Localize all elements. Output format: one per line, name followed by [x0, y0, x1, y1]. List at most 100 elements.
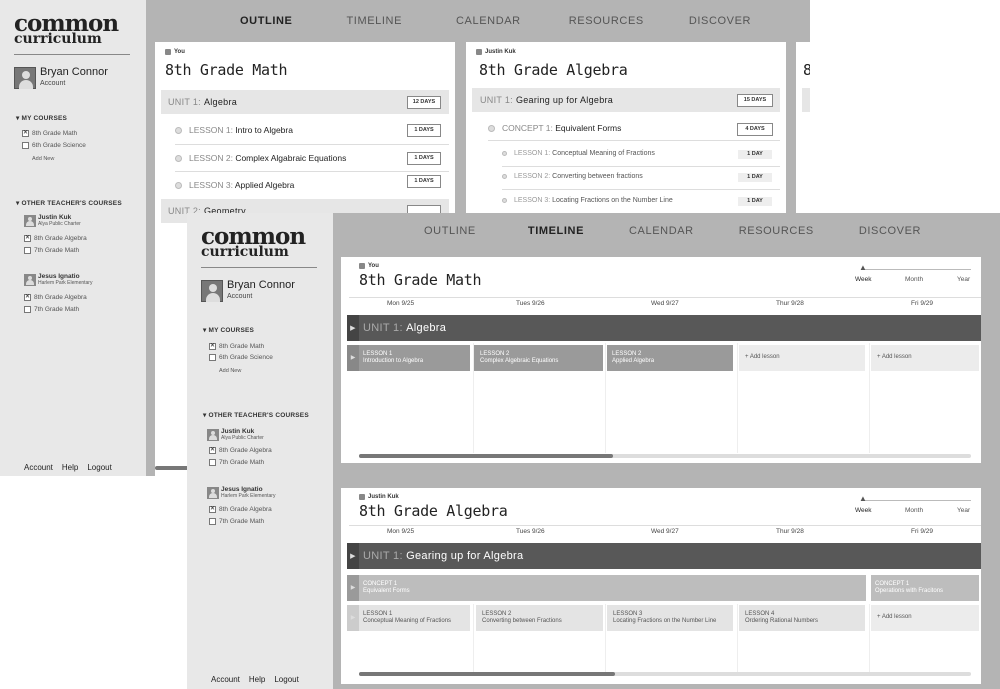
- tab-outline[interactable]: OUTLINE: [240, 15, 292, 27]
- concept-bullet-icon: [488, 124, 495, 132]
- course-item[interactable]: ✕ 8th Grade Math: [209, 343, 264, 350]
- tab-discover[interactable]: DISCOVER: [859, 225, 921, 237]
- unit-row[interactable]: [802, 88, 810, 112]
- expand-arrow-icon[interactable]: ▶: [347, 315, 359, 341]
- account-link[interactable]: Account: [227, 291, 295, 302]
- account-link[interactable]: Account: [40, 78, 108, 89]
- checkbox-checked[interactable]: ✕: [24, 294, 31, 301]
- teacher-entry[interactable]: Jesus Ignatio Harlem Park Elementary: [24, 273, 92, 287]
- tab-calendar[interactable]: CALENDAR: [456, 15, 521, 27]
- scale-year[interactable]: Year: [957, 507, 970, 514]
- my-courses-heading[interactable]: MY COURSES: [16, 114, 67, 122]
- tab-timeline[interactable]: TIMELINE: [528, 225, 584, 237]
- tab-resources[interactable]: RESOURCES: [739, 225, 814, 237]
- scale-year[interactable]: Year: [957, 276, 970, 283]
- add-lesson-button[interactable]: + Add lesson: [739, 345, 865, 371]
- lesson-cell[interactable]: LESSON 2 Converting between Fractions: [476, 605, 603, 631]
- divider: [175, 144, 449, 145]
- unit-bar[interactable]: ▶ UNIT 1: Algebra: [347, 315, 981, 341]
- concept-row[interactable]: CONCEPT 1: Equivalent Forms: [488, 123, 621, 133]
- footer-help-link[interactable]: Help: [249, 675, 265, 684]
- expand-arrow-icon[interactable]: ▶: [347, 605, 359, 631]
- lesson-cell[interactable]: LESSON 3 Locating Fractions on the Number…: [607, 605, 733, 631]
- footer-help-link[interactable]: Help: [62, 463, 78, 472]
- checkbox[interactable]: [209, 459, 216, 466]
- checkbox-checked[interactable]: ✕: [24, 235, 31, 242]
- checkbox-checked[interactable]: ✕: [209, 506, 216, 513]
- tab-timeline[interactable]: TIMELINE: [346, 15, 402, 27]
- horizontal-scrollbar[interactable]: [359, 672, 615, 676]
- course-item[interactable]: 6th Grade Science: [209, 354, 273, 361]
- checkbox[interactable]: [24, 247, 31, 254]
- tab-discover[interactable]: DISCOVER: [689, 15, 751, 27]
- unit-row[interactable]: UNIT 1: Gearing up for Algebra: [472, 88, 780, 112]
- unit-bar[interactable]: ▶ UNIT 1: Gearing up for Algebra: [347, 543, 981, 569]
- user-account[interactable]: Bryan Connor Account: [201, 279, 295, 303]
- checkbox[interactable]: [22, 142, 29, 149]
- checkbox[interactable]: [209, 518, 216, 525]
- scale-month[interactable]: Month: [905, 507, 923, 514]
- lesson-row[interactable]: LESSON 2: Converting between fractions: [502, 173, 643, 180]
- other-courses-heading[interactable]: OTHER TEACHER'S COURSES: [16, 199, 122, 207]
- teacher-avatar: [207, 429, 219, 441]
- lesson-cell[interactable]: LESSON 2 Complex Algebraic Equations: [474, 345, 603, 371]
- lesson-cell[interactable]: ▶ LESSON 1 Introduction to Algebra: [347, 345, 470, 371]
- course-item[interactable]: ✕ 8th Grade Algebra: [209, 447, 272, 454]
- zoom-scale[interactable]: ▲ Week Month Year: [853, 494, 973, 516]
- footer-logout-link[interactable]: Logout: [274, 675, 298, 684]
- lesson-row[interactable]: LESSON 2: Complex Algabraic Equations: [175, 153, 346, 163]
- add-new-link[interactable]: Add New: [32, 156, 54, 162]
- zoom-scale[interactable]: ▲ Week Month Year: [853, 263, 973, 285]
- tab-calendar[interactable]: CALENDAR: [629, 225, 694, 237]
- lesson-row[interactable]: LESSON 1: Conceptual Meaning of Fraction…: [502, 150, 655, 157]
- course-item[interactable]: ✕ 8th Grade Algebra: [24, 235, 87, 242]
- expand-arrow-icon[interactable]: ▶: [347, 345, 359, 371]
- checkbox-checked[interactable]: ✕: [209, 447, 216, 454]
- course-item[interactable]: 7th Grade Math: [209, 459, 264, 466]
- add-lesson-button[interactable]: + Add lesson: [871, 345, 979, 371]
- footer-logout-link[interactable]: Logout: [87, 463, 111, 472]
- horizontal-scrollbar[interactable]: [359, 454, 613, 458]
- lesson-row[interactable]: LESSON 1: Intro to Algebra: [175, 125, 293, 135]
- course-item[interactable]: ✕ 8th Grade Algebra: [24, 294, 87, 301]
- lesson-row[interactable]: LESSON 3: Applied Algebra: [175, 180, 294, 190]
- my-courses-heading[interactable]: MY COURSES: [203, 326, 254, 334]
- teacher-entry[interactable]: Justin Kuk Alya Public Charter: [24, 214, 81, 228]
- lesson-cell[interactable]: LESSON 4 Ordering Rational Numbers: [739, 605, 865, 631]
- teacher-entry[interactable]: Justin Kuk Alya Public Charter: [207, 428, 264, 442]
- teacher-entry[interactable]: Jesus Ignatio Harlem Park Elementary: [207, 486, 275, 500]
- expand-arrow-icon[interactable]: ▶: [347, 543, 359, 569]
- lesson-row[interactable]: LESSON 3: Locating Fractions on the Numb…: [502, 197, 673, 204]
- user-account[interactable]: Bryan Connor Account: [14, 66, 108, 90]
- checkbox[interactable]: [209, 354, 216, 361]
- scale-week[interactable]: Week: [855, 507, 872, 514]
- course-item[interactable]: 7th Grade Math: [24, 247, 79, 254]
- lesson-cell[interactable]: ▶ LESSON 1 Conceptual Meaning of Fractions: [347, 605, 470, 631]
- divider: [488, 140, 780, 141]
- add-lesson-button[interactable]: + Add lesson: [871, 605, 979, 631]
- unit-row[interactable]: UNIT 1: Algebra: [161, 90, 449, 114]
- course-item[interactable]: 7th Grade Math: [24, 306, 79, 313]
- days-badge: 1 DAY: [738, 197, 772, 206]
- concept-cell[interactable]: ▶ CONCEPT 1 Equivalent Forms: [347, 575, 866, 601]
- scale-month[interactable]: Month: [905, 276, 923, 283]
- checkbox[interactable]: [24, 306, 31, 313]
- course-item[interactable]: 7th Grade Math: [209, 518, 264, 525]
- tab-resources[interactable]: RESOURCES: [569, 15, 644, 27]
- other-courses-heading[interactable]: OTHER TEACHER'S COURSES: [203, 411, 309, 419]
- footer-account-link[interactable]: Account: [24, 463, 53, 472]
- logo[interactable]: common curriculum: [14, 12, 130, 46]
- checkbox-checked[interactable]: ✕: [22, 130, 29, 137]
- tab-outline[interactable]: OUTLINE: [424, 225, 476, 237]
- lesson-cell[interactable]: LESSON 2 Applied Algebra: [607, 345, 733, 371]
- concept-cell[interactable]: CONCEPT 1 Operations with Fracitons: [871, 575, 979, 601]
- course-item[interactable]: ✕ 8th Grade Math: [22, 130, 77, 137]
- footer-account-link[interactable]: Account: [211, 675, 240, 684]
- course-item[interactable]: ✕ 8th Grade Algebra: [209, 506, 272, 513]
- scale-week[interactable]: Week: [855, 276, 872, 283]
- logo[interactable]: common curriculum: [201, 225, 317, 259]
- checkbox-checked[interactable]: ✕: [209, 343, 216, 350]
- course-item[interactable]: 6th Grade Science: [22, 142, 86, 149]
- expand-arrow-icon[interactable]: ▶: [347, 575, 359, 601]
- add-new-link[interactable]: Add New: [219, 368, 241, 374]
